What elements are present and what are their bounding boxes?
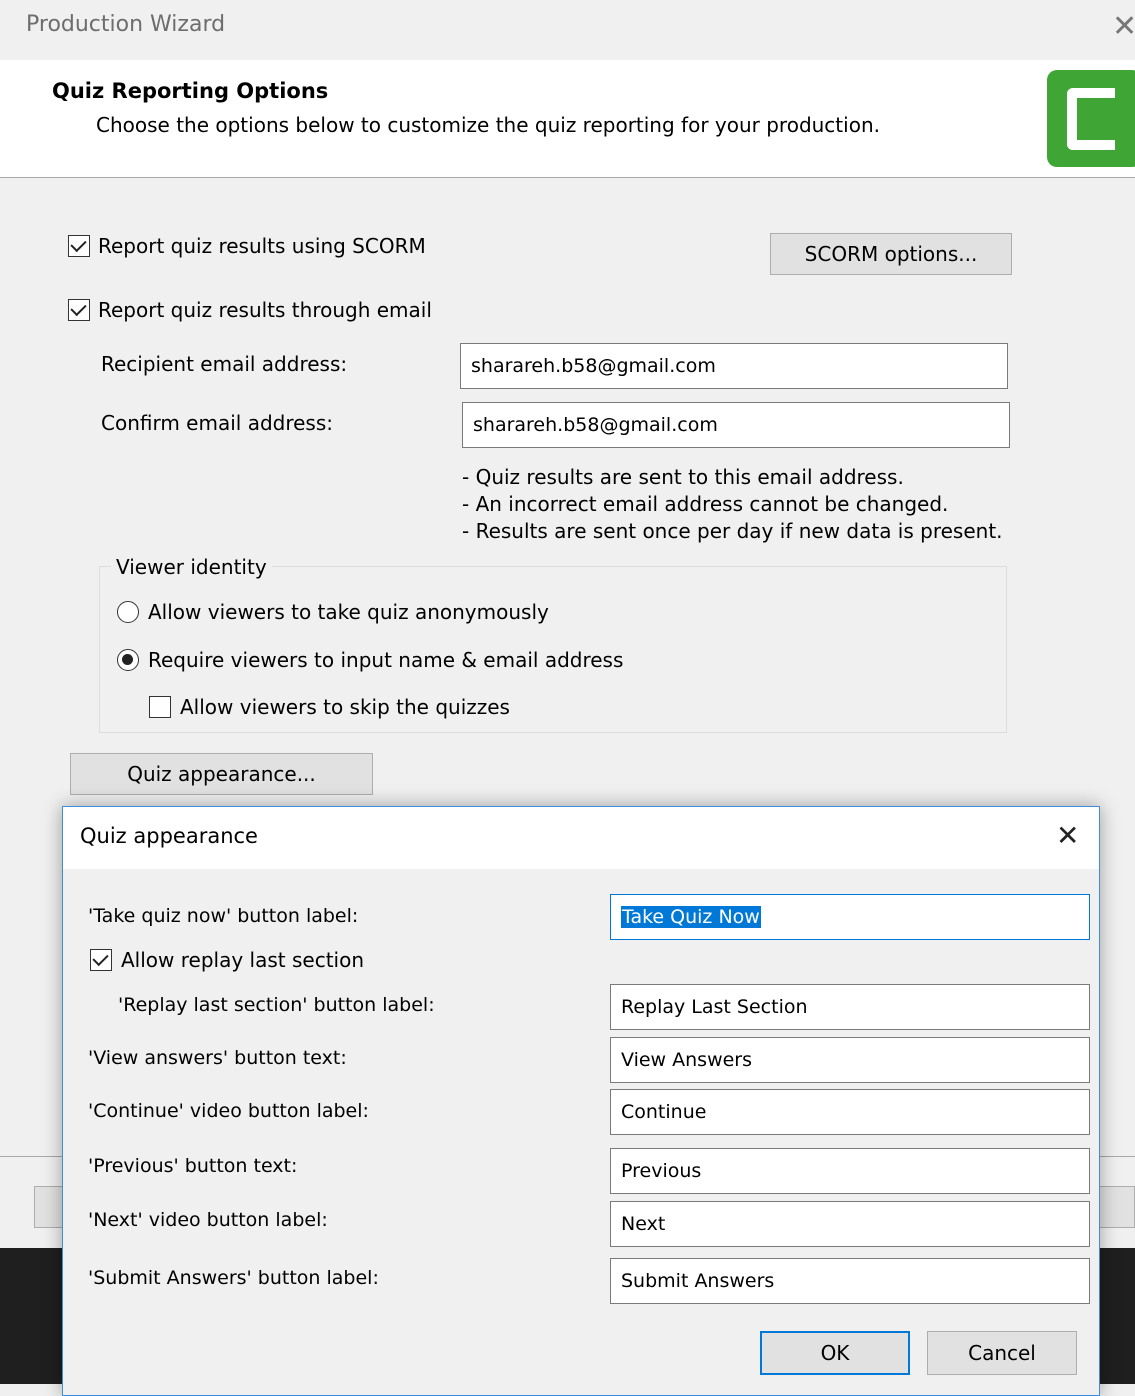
email-note-3: - Results are sent once per day if new d… — [462, 519, 1003, 543]
previous-field[interactable]: Previous — [610, 1148, 1090, 1194]
continue-field[interactable]: Continue — [610, 1089, 1090, 1135]
previous-label: 'Previous' button text: — [88, 1155, 298, 1177]
replay-field[interactable]: Replay Last Section — [610, 984, 1090, 1030]
require-identity-radio[interactable] — [117, 649, 139, 671]
window-close-icon[interactable]: ✕ — [1112, 12, 1135, 42]
next-label: 'Next' video button label: — [88, 1209, 328, 1231]
email-checkbox[interactable] — [68, 299, 90, 321]
window-title: Production Wizard — [26, 12, 226, 37]
confirm-email-field[interactable]: sharareh.b58@gmail.com — [462, 402, 1010, 448]
recipient-email-label: Recipient email address: — [101, 352, 348, 376]
email-note-2: - An incorrect email address cannot be c… — [462, 492, 949, 516]
email-checkbox-label: Report quiz results through email — [98, 298, 432, 322]
allow-replay-checkbox[interactable] — [90, 949, 112, 971]
viewer-identity-legend: Viewer identity — [111, 555, 272, 579]
quiz-appearance-button[interactable]: Quiz appearance... — [70, 753, 373, 795]
scorm-options-button[interactable]: SCORM options... — [770, 233, 1012, 275]
skip-quizzes-checkbox[interactable] — [149, 696, 171, 718]
allow-replay-label: Allow replay last section — [121, 948, 364, 972]
submit-field[interactable]: Submit Answers — [610, 1258, 1090, 1304]
next-field[interactable]: Next — [610, 1201, 1090, 1247]
replay-label: 'Replay last section' button label: — [118, 994, 435, 1016]
quiz-appearance-dialog: Quiz appearance ✕ 'Take quiz now' button… — [62, 806, 1100, 1396]
cancel-button[interactable]: Cancel — [927, 1331, 1077, 1375]
scorm-checkbox-label: Report quiz results using SCORM — [98, 234, 426, 258]
anonymous-radio[interactable] — [117, 601, 139, 623]
email-note-1: - Quiz results are sent to this email ad… — [462, 465, 904, 489]
recipient-email-field[interactable]: sharareh.b58@gmail.com — [460, 343, 1008, 389]
view-answers-field[interactable]: View Answers — [610, 1037, 1090, 1083]
page-subtitle: Choose the options below to customize th… — [96, 113, 880, 137]
take-quiz-label: 'Take quiz now' button label: — [88, 905, 359, 927]
ok-button[interactable]: OK — [760, 1331, 910, 1375]
submit-label: 'Submit Answers' button label: — [88, 1267, 379, 1289]
anonymous-radio-label: Allow viewers to take quiz anonymously — [148, 600, 549, 624]
dialog-close-icon[interactable]: ✕ — [1056, 822, 1079, 850]
dialog-title: Quiz appearance — [80, 824, 258, 848]
page-title: Quiz Reporting Options — [52, 79, 329, 103]
camtasia-logo-icon — [1047, 70, 1135, 167]
continue-label: 'Continue' video button label: — [88, 1100, 369, 1122]
skip-quizzes-label: Allow viewers to skip the quizzes — [180, 695, 510, 719]
take-quiz-value: Take Quiz Now — [621, 906, 761, 928]
require-identity-radio-label: Require viewers to input name & email ad… — [148, 648, 624, 672]
take-quiz-field[interactable]: Take Quiz Now — [610, 894, 1090, 940]
view-answers-label: 'View answers' button text: — [88, 1047, 347, 1069]
confirm-email-label: Confirm email address: — [101, 411, 334, 435]
scorm-checkbox[interactable] — [68, 235, 90, 257]
